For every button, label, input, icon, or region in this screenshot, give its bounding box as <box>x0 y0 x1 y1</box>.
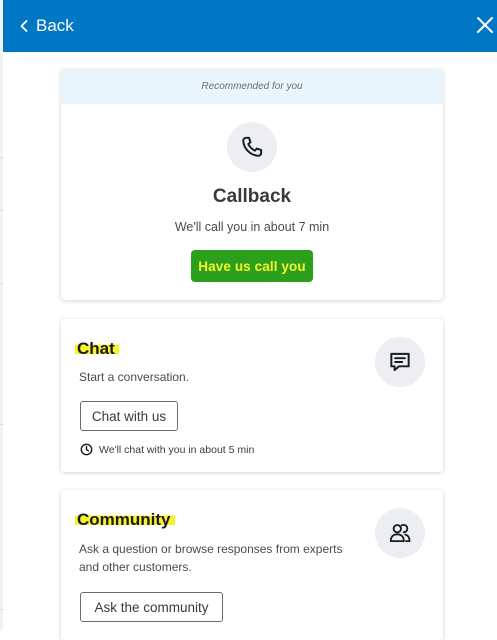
chat-bubble-icon <box>375 337 425 387</box>
clock-icon <box>80 443 93 456</box>
ask-the-community-button[interactable]: Ask the community <box>80 592 223 622</box>
left-edge-tick <box>0 157 3 158</box>
chat-with-us-label: Chat with us <box>91 408 167 424</box>
users-icon <box>375 508 425 558</box>
community-title: Community <box>75 510 175 530</box>
back-button[interactable]: Back <box>17 14 74 38</box>
left-edge-tick <box>0 210 3 211</box>
have-us-call-you-label: Have us call you <box>198 258 306 274</box>
callback-card: Recommended for you Callback We'll call … <box>61 69 443 300</box>
community-description-line: Ask a question or browse responses from … <box>79 542 343 556</box>
ask-the-community-label: Ask the community <box>94 599 209 615</box>
close-icon[interactable] <box>475 15 495 35</box>
chat-description: Start a conversation. <box>79 370 190 384</box>
chat-with-us-button[interactable]: Chat with us <box>80 401 178 431</box>
chat-wait-info: We'll chat with you in about 5 min <box>80 443 254 456</box>
callback-subtitle: We'll call you in about 7 min <box>174 220 330 234</box>
community-description: Ask a question or browse responses from … <box>79 540 342 576</box>
recommended-banner: Recommended for you <box>61 69 443 104</box>
community-description-line: and other customers. <box>79 560 192 574</box>
chat-wait-text: We'll chat with you in about 5 min <box>99 443 255 456</box>
left-edge-tick <box>0 283 3 284</box>
chat-title-text: Chat <box>75 339 119 358</box>
left-edge-tick <box>0 424 3 425</box>
callback-title: Callback <box>212 186 292 207</box>
header-bar: Back <box>3 0 497 52</box>
left-edge-tick <box>0 609 3 610</box>
have-us-call-you-button[interactable]: Have us call you <box>191 250 313 282</box>
community-title-text: Community <box>75 510 175 529</box>
left-edge-strip <box>0 0 3 631</box>
community-card: Community Ask a question or browse respo… <box>61 490 443 640</box>
chat-title: Chat <box>75 339 119 359</box>
back-label: Back <box>36 16 74 35</box>
phone-icon <box>227 122 277 172</box>
chat-card: Chat Start a conversation. Chat with us … <box>61 319 443 472</box>
chevron-left-icon <box>20 20 28 32</box>
